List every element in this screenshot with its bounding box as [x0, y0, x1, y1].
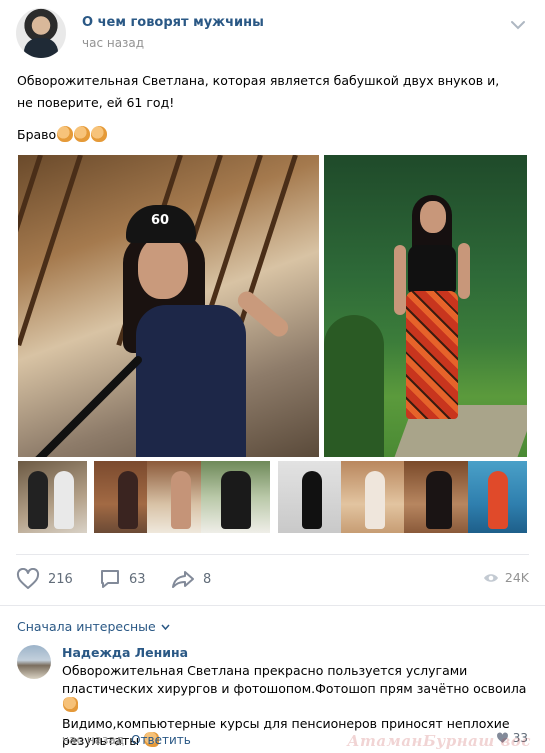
- post-author[interactable]: О чем говорят мужчины: [82, 15, 264, 30]
- comment-text-part1: Обворожительная Светлана прекрасно польз…: [62, 663, 527, 696]
- comment-author[interactable]: Надежда Ленина: [62, 645, 188, 660]
- thumbnail[interactable]: [201, 461, 270, 533]
- post-photo-1[interactable]: 60: [18, 155, 319, 457]
- thumbnail[interactable]: [18, 461, 87, 533]
- shares-count: 8: [203, 571, 212, 587]
- community-avatar[interactable]: [16, 8, 66, 58]
- post-card: О чем говорят мужчины час назад Обворожи…: [0, 0, 545, 753]
- commenter-avatar[interactable]: [17, 645, 51, 679]
- divider: [0, 605, 545, 606]
- post-header: О чем говорят мужчины час назад: [16, 8, 531, 58]
- comments-sort-dropdown[interactable]: Сначала интересные: [17, 619, 170, 634]
- likes-count: 216: [48, 571, 73, 587]
- thumbnail[interactable]: [468, 461, 527, 533]
- cap: 60: [126, 205, 196, 243]
- post-photo-2[interactable]: [324, 155, 527, 457]
- reply-link[interactable]: Ответить: [131, 733, 191, 747]
- post-text-bravo: Браво: [17, 124, 108, 146]
- sort-label: Сначала интересные: [17, 619, 156, 634]
- thumbnail[interactable]: [341, 461, 410, 533]
- thumbnail-strip: [18, 461, 527, 533]
- divider: [16, 554, 529, 555]
- cap-number: 60: [151, 213, 170, 228]
- watermark: АтаманБурнаш вос: [347, 732, 531, 750]
- chevron-down-icon: [161, 624, 170, 630]
- comments-count: 63: [129, 571, 146, 587]
- comment-meta: час назад Ответить: [62, 733, 191, 747]
- eye-icon: [483, 573, 498, 582]
- comment-button[interactable]: 63: [99, 566, 146, 592]
- share-button[interactable]: 8: [171, 566, 211, 592]
- comment-time[interactable]: час назад: [62, 733, 124, 747]
- comment-icon: [101, 570, 119, 588]
- post-text: Обворожительная Светлана, которая являет…: [17, 73, 500, 110]
- clap-emoji-icon: [74, 126, 91, 142]
- views-count: 24K: [504, 570, 529, 585]
- share-icon: [172, 571, 194, 588]
- heart-icon: [16, 568, 40, 589]
- thumbs-up-emoji-icon: [63, 697, 78, 712]
- bravo-text: Браво: [17, 127, 57, 142]
- post-time[interactable]: час назад: [82, 36, 144, 50]
- post-actions: 216 63 8 24K: [16, 566, 529, 592]
- thumbnail[interactable]: [404, 461, 473, 533]
- chevron-down-icon[interactable]: [509, 18, 527, 32]
- clap-emoji-icon: [57, 126, 74, 142]
- like-button[interactable]: 216: [16, 566, 73, 592]
- thumbnail[interactable]: [278, 461, 347, 533]
- views-counter: 24K: [483, 570, 529, 585]
- clap-emoji-icon: [91, 126, 108, 142]
